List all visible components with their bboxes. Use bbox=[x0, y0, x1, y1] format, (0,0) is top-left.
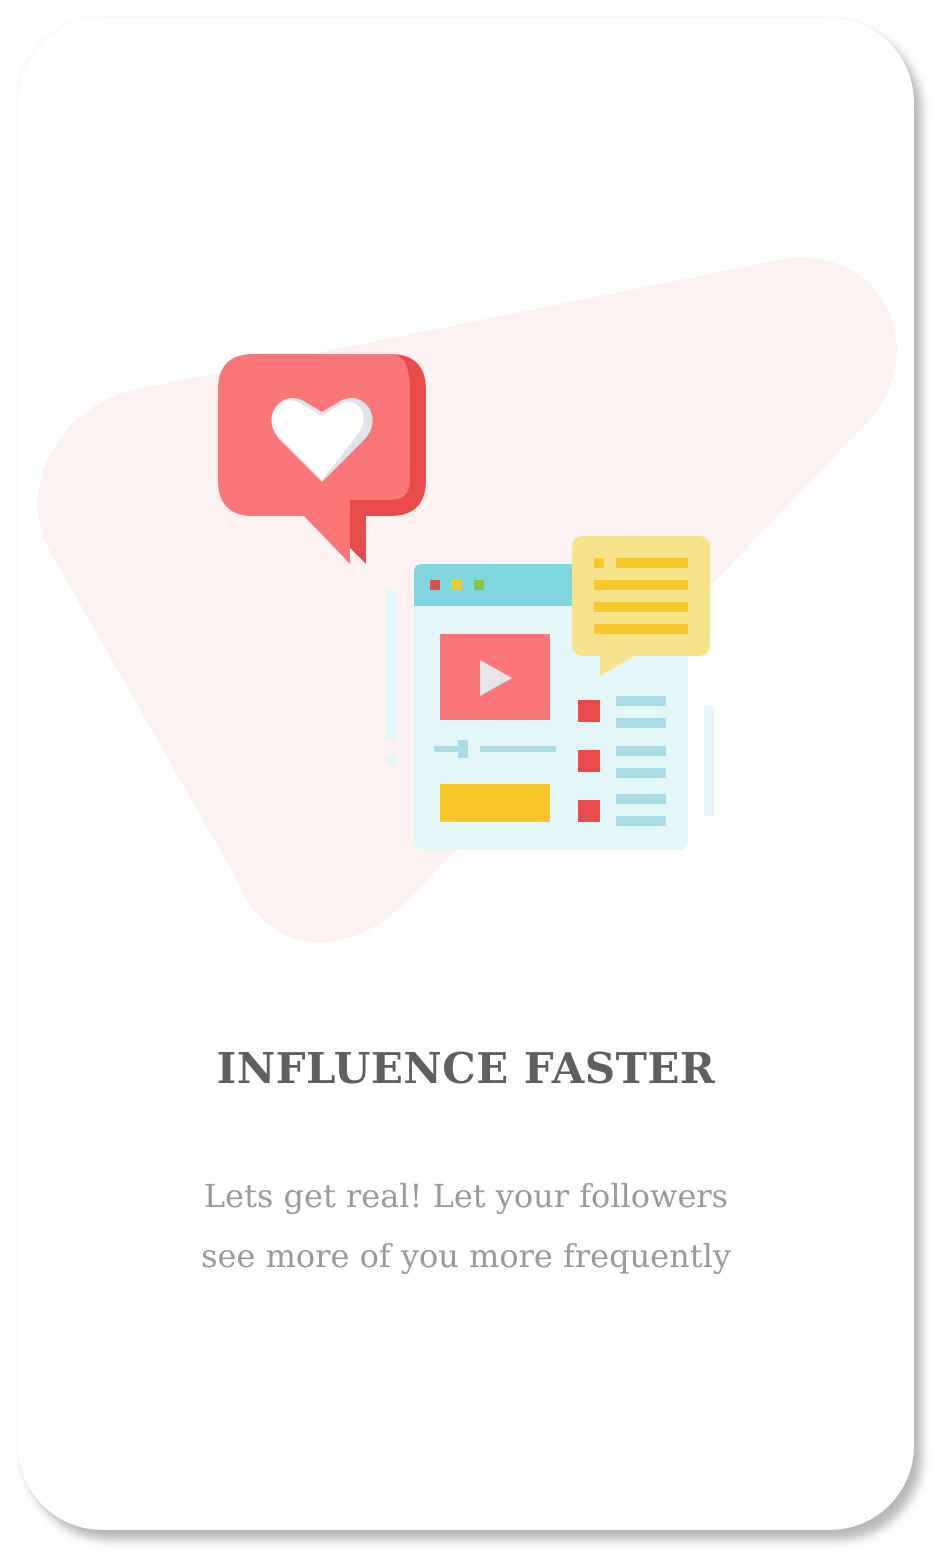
description-line: see more of you more frequently bbox=[201, 1237, 731, 1275]
chat-bubble-icon bbox=[572, 536, 710, 676]
onboarding-title: INFLUENCE FASTER bbox=[216, 1044, 716, 1093]
decor-line bbox=[386, 756, 396, 766]
description-line: Lets get real! Let your followers bbox=[203, 1177, 729, 1215]
decor-line bbox=[704, 706, 714, 816]
onboarding-card: INFLUENCE FASTER Lets get real! Let your… bbox=[18, 18, 914, 1530]
onboarding-description: Lets get real! Let your followers see mo… bbox=[18, 1166, 914, 1286]
illustration bbox=[37, 257, 897, 943]
decor-line bbox=[386, 590, 396, 740]
